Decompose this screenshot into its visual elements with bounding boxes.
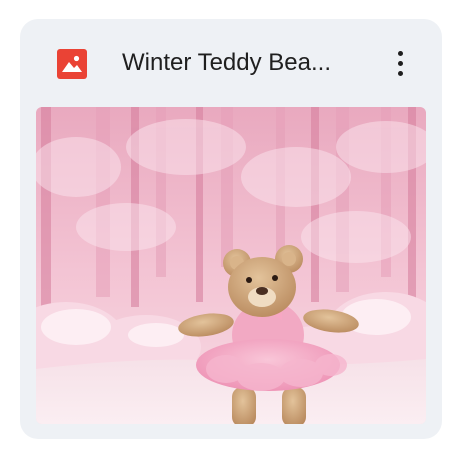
file-card[interactable]: Winter Teddy Bea...: [20, 19, 442, 439]
file-card-header: Winter Teddy Bea...: [20, 19, 442, 107]
more-vert-icon-dot: [397, 60, 403, 66]
file-thumbnail[interactable]: [36, 107, 426, 424]
image-file-icon: [57, 49, 87, 79]
teddy-bear-thumbnail: [36, 107, 426, 424]
file-title[interactable]: Winter Teddy Bea...: [122, 45, 372, 81]
more-vert-icon-dot: [397, 70, 403, 76]
more-vert-icon: [397, 50, 403, 56]
more-options-button[interactable]: [380, 43, 420, 83]
